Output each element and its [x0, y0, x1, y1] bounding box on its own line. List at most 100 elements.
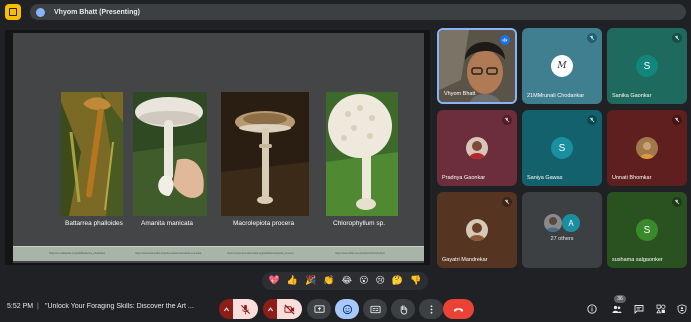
raise-hand-button[interactable]: [391, 299, 415, 319]
mic-off-icon: [672, 33, 682, 43]
chevron-up-icon: [267, 306, 273, 311]
participant-tile-saniya[interactable]: S Saniya Gawas: [522, 110, 602, 186]
reaction-sad[interactable]: 😢: [376, 276, 385, 286]
more-options-button[interactable]: [419, 299, 443, 319]
mic-off-icon: [502, 197, 512, 207]
shield-person-icon: [677, 304, 687, 314]
reaction-heart[interactable]: 💖: [269, 276, 280, 286]
closed-captions-icon: [369, 305, 381, 313]
participant-tile-sanika[interactable]: S Sanika Gaonkar: [607, 28, 687, 104]
present-screen-icon: [313, 304, 325, 313]
captions-button[interactable]: [363, 299, 387, 319]
participant-tile-others[interactable]: A 27 others: [522, 192, 602, 268]
chevron-up-icon: [223, 306, 229, 311]
chat-button[interactable]: [632, 302, 646, 316]
audio-options-button[interactable]: [219, 299, 233, 319]
clock: 5:52 PM: [7, 303, 34, 310]
reaction-party[interactable]: 🎉: [305, 276, 316, 286]
bottom-bar: 5:52 PM | "Unlock Your Foraging Skills: …: [0, 295, 691, 322]
pin-icon[interactable]: [5, 4, 21, 20]
microphone-button[interactable]: [233, 299, 258, 319]
camera-button[interactable]: [277, 299, 302, 319]
mic-off-icon: [240, 304, 251, 314]
avatar: [636, 137, 658, 159]
participant-name: Gayatri Mandrekar: [442, 257, 488, 263]
participant-name: Saniya Gawas: [527, 175, 563, 181]
info-icon: [587, 304, 597, 314]
separator: |: [37, 303, 39, 310]
amanita-photo: [133, 92, 207, 216]
people-button[interactable]: [610, 302, 624, 316]
emoji-reactions-button[interactable]: [335, 299, 359, 319]
caption-chlorophyllum: Chlorophyllum sp.: [333, 220, 386, 227]
mic-off-icon: [502, 115, 512, 125]
participant-tile-gayatri[interactable]: Gayatri Mandrekar: [437, 192, 517, 268]
presenting-chip[interactable]: Vhyom Bhatt (Presenting): [30, 4, 686, 20]
participant-name: Unnati Bhomkar: [612, 175, 652, 181]
emoji-icon: [342, 304, 352, 314]
credit-text: https://en.wikipedia.org/wiki/Battarrea_…: [49, 252, 106, 255]
present-button[interactable]: [307, 299, 331, 319]
avatar: S: [551, 137, 573, 159]
host-controls-button[interactable]: [675, 302, 689, 316]
participant-tile-mrunali[interactable]: M 21MMrunali Chodankar: [522, 28, 602, 104]
credit-text: https://commons.wikimedia.org/wiki/Macro…: [227, 252, 294, 255]
top-bar: Vhyom Bhatt (Presenting): [0, 0, 691, 24]
slide: Battarrea phalloides Amanita manicata Ma…: [13, 33, 424, 263]
reaction-thumbs-down[interactable]: 👎: [410, 276, 421, 286]
avatar: S: [636, 55, 658, 77]
presentation-stage[interactable]: Battarrea phalloides Amanita manicata Ma…: [5, 30, 430, 265]
others-count: 27 others: [550, 236, 574, 242]
avatar: [466, 137, 488, 159]
reaction-thumbs-up[interactable]: 👍: [287, 276, 298, 286]
video-options-button[interactable]: [263, 299, 277, 319]
hand-icon: [400, 304, 407, 315]
reactions-bar: 💖 👍 🎉 👏 😂 😮 😢 🤔 👎: [262, 272, 428, 290]
others-avatar: [544, 214, 562, 232]
macrolepiota-photo: [221, 92, 309, 216]
participant-tile-unnati[interactable]: Unnati Bhomkar: [607, 110, 687, 186]
participant-name: 21MMrunali Chodankar: [527, 93, 585, 99]
participant-name: Vhyom Bhatt: [444, 91, 476, 97]
meet-window: Vhyom Bhatt (Presenting) Battarrea phall…: [0, 0, 691, 322]
call-end-icon: [453, 307, 464, 311]
leave-call-button[interactable]: [443, 299, 474, 319]
caption-battarrea: Battarrea phalloides: [65, 220, 123, 227]
caption-macrolepiota: Macrolepiota procera: [233, 220, 295, 227]
activities-icon: [656, 304, 666, 314]
meeting-details-button[interactable]: [585, 302, 599, 316]
avatar: M: [551, 55, 573, 77]
meeting-title: "Unlock Your Foraging Skills: Discover t…: [45, 303, 194, 310]
mic-off-icon: [587, 33, 597, 43]
participant-tile-pradnya[interactable]: Pradnya Gaonkar: [437, 110, 517, 186]
participant-tile-sushama[interactable]: S sushama salgaonker: [607, 192, 687, 268]
mic-off-icon: [672, 197, 682, 207]
credit-text: https://www.flickr.com/photos/chlorophyl…: [335, 252, 386, 255]
chat-icon: [634, 305, 644, 314]
more-vert-icon: [430, 304, 432, 314]
participant-name: Pradnya Gaonkar: [442, 175, 486, 181]
mic-off-icon: [672, 115, 682, 125]
people-icon: [612, 305, 622, 313]
credit-text: https://www.inaturalist.org/observations…: [135, 252, 202, 255]
others-avatar: A: [562, 214, 580, 232]
mic-off-icon: [587, 115, 597, 125]
avatar: S: [636, 219, 658, 241]
participant-name: sushama salgaonker: [612, 257, 663, 263]
participant-name: Sanika Gaonkar: [612, 93, 652, 99]
reaction-laugh[interactable]: 😂: [342, 276, 353, 286]
speaking-indicator-icon: [500, 35, 510, 45]
reaction-clap[interactable]: 👏: [323, 276, 334, 286]
avatar: [466, 219, 488, 241]
activities-button[interactable]: [654, 302, 668, 316]
participant-tile-vhyom[interactable]: Vhyom Bhatt: [437, 28, 517, 104]
people-count-badge: 36: [614, 295, 626, 303]
presenting-label: Vhyom Bhatt (Presenting): [54, 8, 140, 16]
reaction-thinking[interactable]: 🤔: [392, 276, 403, 286]
chlorophyllum-photo: [326, 92, 398, 216]
presenter-avatar-icon: [36, 7, 45, 17]
battarrea-photo: [61, 92, 123, 216]
image-credits-strip: https://en.wikipedia.org/wiki/Battarrea_…: [13, 246, 424, 261]
caption-amanita: Amanita manicata: [141, 220, 194, 227]
reaction-surprised[interactable]: 😮: [359, 276, 368, 286]
